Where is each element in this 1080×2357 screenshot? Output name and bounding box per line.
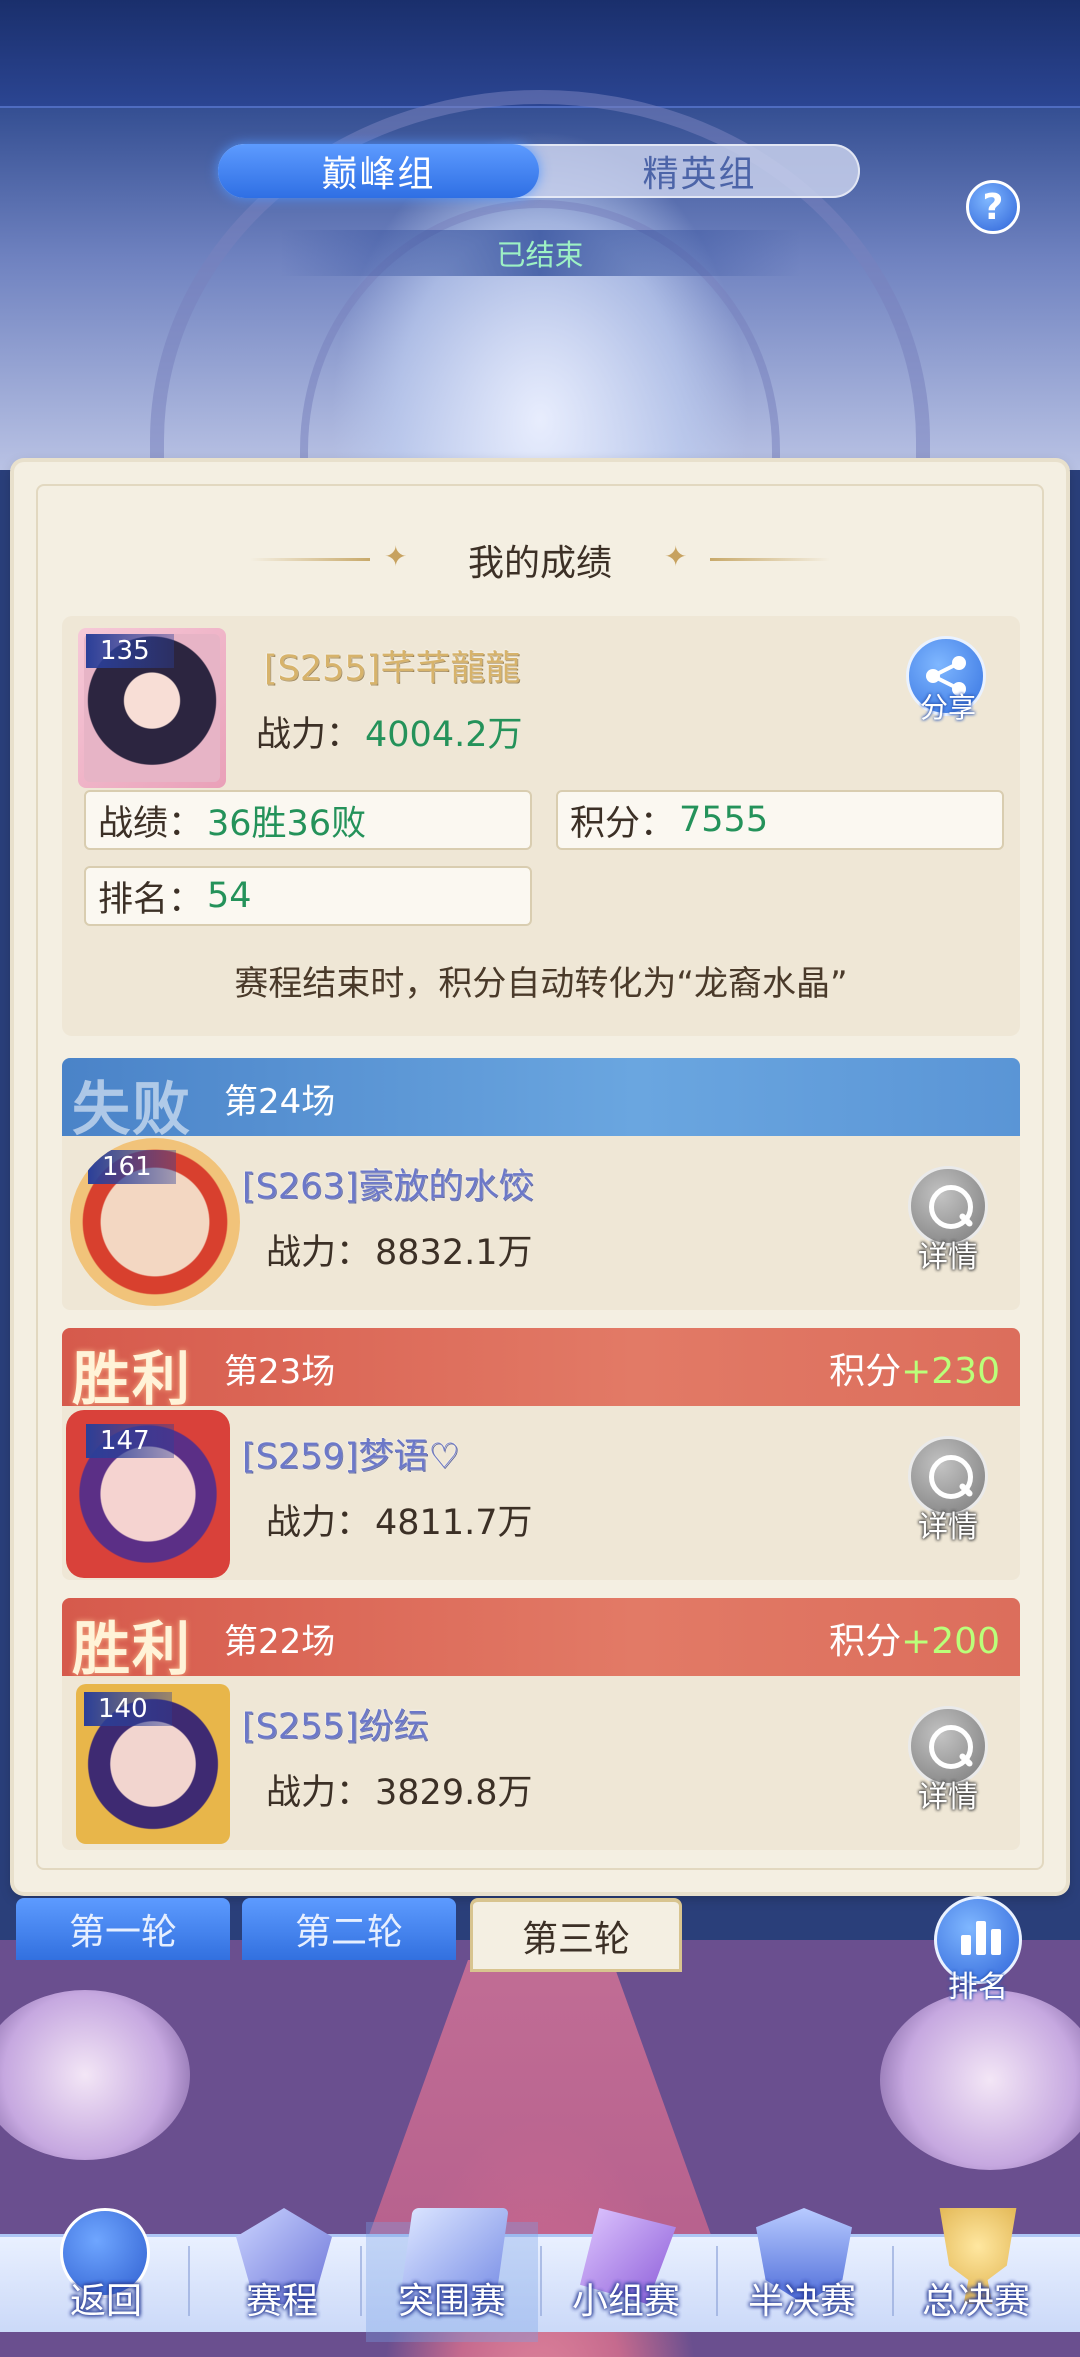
power-label: 战力：	[266, 1773, 372, 1813]
match-result: 胜利	[72, 1345, 193, 1413]
rank-value: 54	[207, 876, 252, 916]
match-number: 第23场	[224, 1352, 336, 1392]
nav-back[interactable]: 返回	[20, 2208, 192, 2342]
detail-button-label[interactable]: 详情	[903, 1232, 993, 1276]
tab-round-2[interactable]: 第二轮	[242, 1898, 456, 1960]
record-value: 36胜36败	[207, 803, 367, 844]
my-avatar[interactable]: 135	[78, 628, 226, 788]
score-label: 积分	[829, 1621, 902, 1662]
score-delta: +230	[901, 1351, 1000, 1392]
opponent-avatar[interactable]: 147	[66, 1410, 230, 1578]
score-box: 积分： 7555	[556, 790, 1004, 850]
nav-final-label: 总决赛	[921, 2281, 1030, 2322]
rank-box: 排名： 54	[84, 866, 532, 926]
rank-button-label: 排名	[948, 1970, 1008, 2005]
match-header: 胜利 第23场 积分+230	[62, 1328, 1020, 1413]
tab-round-1[interactable]: 第一轮	[16, 1898, 230, 1960]
share-label: 分享	[919, 691, 976, 724]
opponent-avatar[interactable]: 161	[70, 1138, 240, 1306]
chart-icon	[961, 1935, 971, 1955]
level-badge: 140	[84, 1692, 172, 1726]
opponent-name: [S263]豪放的水饺	[242, 1167, 534, 1207]
tab-peak-group[interactable]: 巅峰组	[218, 144, 539, 198]
score-value: 7555	[679, 800, 769, 840]
section-title: 我的成绩	[467, 543, 612, 584]
nav-group-stage[interactable]: 小组赛	[540, 2208, 712, 2342]
opponent-power: 战力： 8832.1万	[266, 1224, 532, 1275]
chart-icon-bar	[991, 1929, 1001, 1955]
score-label: 积分	[829, 1351, 902, 1392]
detail-button-label[interactable]: 详情	[903, 1502, 993, 1546]
opponent-name: [S259]梦语♡	[242, 1437, 460, 1477]
nav-group-stage-label: 小组赛	[571, 2281, 680, 2322]
nav-semifinal-label: 半决赛	[747, 2281, 856, 2322]
power-value: 8832.1万	[375, 1233, 533, 1273]
match-number: 第24场	[224, 1082, 336, 1122]
opponent-avatar[interactable]: 140	[76, 1684, 230, 1844]
power-label: 战力：	[256, 715, 362, 755]
nav-back-label: 返回	[69, 2281, 142, 2322]
match-number: 第22场	[224, 1622, 336, 1662]
conversion-note: 赛程结束时，积分自动转化为“龙裔水晶”	[234, 964, 848, 1004]
rank-label: 排名：	[98, 879, 204, 920]
detail-button-label[interactable]: 详情	[903, 1772, 993, 1816]
title-divider-right	[710, 558, 830, 561]
match-header: 失败 第24场	[62, 1058, 1020, 1143]
power-value: 4004.2万	[365, 715, 523, 755]
level-badge: 161	[88, 1150, 176, 1184]
help-button[interactable]: ?	[966, 180, 1020, 234]
opponent-power: 战力： 3829.8万	[266, 1764, 532, 1815]
match-score: 积分+230	[829, 1342, 1000, 1394]
match-header: 胜利 第22场 积分+200	[62, 1598, 1020, 1683]
nav-breakout-label: 突围赛	[397, 2281, 506, 2322]
match-score: 积分+200	[829, 1612, 1000, 1664]
player-name: [S255]芊芊龍龍	[264, 649, 521, 689]
opponent-name: [S255]纷纭	[242, 1707, 429, 1747]
tab-elite-group[interactable]: 精英组	[539, 144, 860, 198]
power-value: 4811.7万	[375, 1503, 533, 1543]
status-label: 已结束	[280, 230, 800, 276]
match-result: 胜利	[72, 1615, 193, 1683]
player-power: 战力： 4004.2万	[256, 706, 522, 757]
nav-final[interactable]: 总决赛	[890, 2208, 1062, 2342]
question-icon: ?	[982, 186, 1004, 228]
ornament-icon: ✦	[664, 540, 688, 573]
score-label: 积分：	[570, 803, 676, 844]
level-badge: 135	[86, 634, 174, 668]
tab-round-3[interactable]: 第三轮	[470, 1898, 682, 1972]
score-delta: +200	[901, 1621, 1000, 1662]
level-badge: 147	[86, 1424, 174, 1458]
chart-icon-bar	[976, 1921, 986, 1955]
power-label: 战力：	[266, 1233, 372, 1273]
nav-schedule[interactable]: 赛程	[196, 2208, 368, 2342]
nav-breakout[interactable]: 突围赛	[366, 2208, 538, 2342]
group-tabs: 巅峰组 精英组	[218, 144, 860, 198]
power-label: 战力：	[266, 1503, 372, 1543]
record-box: 战绩： 36胜36败	[84, 790, 532, 850]
nav-semifinal[interactable]: 半决赛	[716, 2208, 888, 2342]
nav-schedule-label: 赛程	[245, 2281, 318, 2322]
record-label: 战绩：	[98, 803, 204, 844]
match-result: 失败	[72, 1075, 193, 1143]
opponent-power: 战力： 4811.7万	[266, 1494, 532, 1545]
power-value: 3829.8万	[375, 1773, 533, 1813]
